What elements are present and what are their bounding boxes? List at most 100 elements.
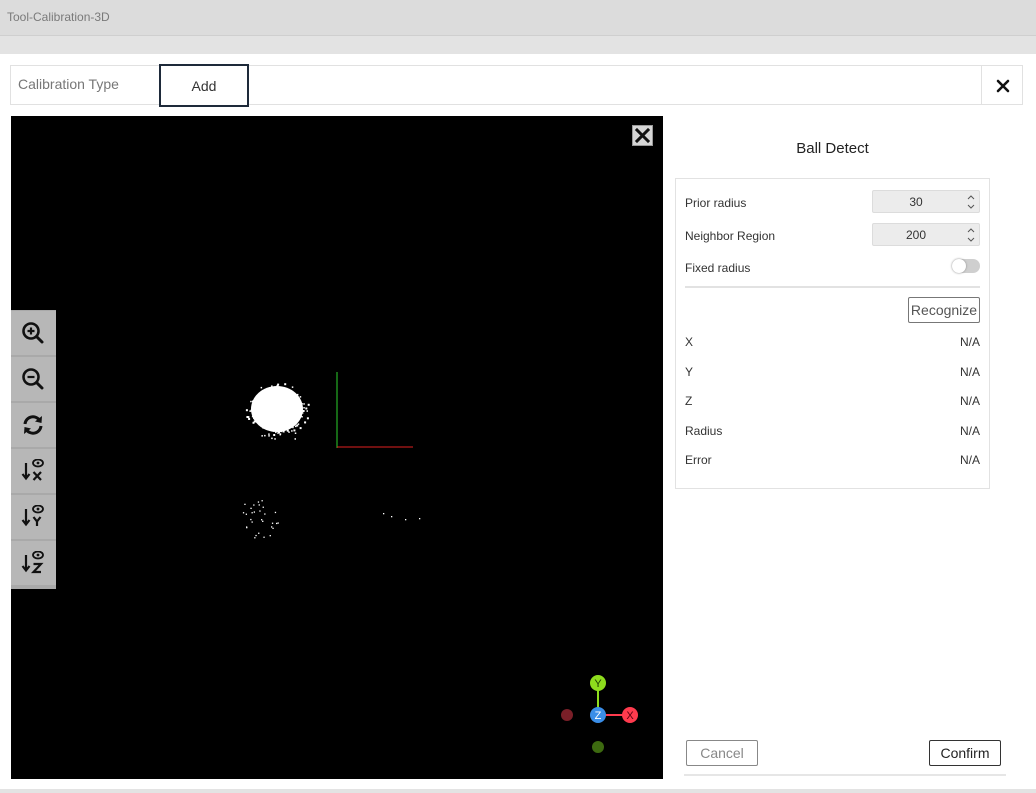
header-strip — [0, 36, 1036, 54]
chevron-down-icon[interactable] — [965, 202, 977, 212]
cloud-point — [248, 418, 251, 420]
cancel-button[interactable]: Cancel — [686, 740, 758, 766]
calibration-type-label: Calibration Type — [18, 76, 119, 92]
cloud-point — [261, 435, 263, 437]
chevron-up-icon[interactable] — [965, 192, 977, 202]
result-x-value: N/A — [959, 335, 980, 349]
cloud-point — [280, 387, 283, 389]
cloud-point — [296, 396, 299, 398]
params-divider — [685, 286, 980, 288]
cloud-point — [296, 393, 299, 396]
gizmo-neg-y-dot[interactable] — [592, 741, 604, 753]
cloud-point — [272, 430, 275, 432]
result-z-label: Z — [685, 394, 693, 408]
result-y-value: N/A — [959, 365, 980, 379]
cloud-point — [301, 403, 303, 405]
cloud-point — [252, 400, 254, 402]
cloud-point — [275, 387, 278, 390]
add-tab[interactable]: Add — [159, 64, 249, 107]
reset-view-button[interactable] — [11, 403, 56, 447]
view-x-axis-button[interactable] — [11, 449, 56, 493]
zoom-out-button[interactable] — [11, 357, 56, 401]
chevron-down-icon[interactable] — [965, 235, 977, 245]
cloud-point — [303, 407, 305, 409]
cloud-point — [271, 522, 274, 524]
cloud-point — [276, 522, 278, 525]
cloud-point — [291, 430, 293, 432]
cloud-point — [297, 423, 300, 425]
neighbor-region-spinner[interactable]: 200 — [872, 223, 980, 246]
result-error-value: N/A — [959, 453, 980, 467]
cloud-point — [245, 513, 247, 515]
point-cloud — [242, 383, 421, 539]
cloud-point — [242, 512, 245, 514]
cloud-point — [293, 429, 296, 432]
view-y-axis-button[interactable] — [11, 495, 56, 539]
cloud-point — [253, 420, 256, 423]
cloud-point — [271, 437, 273, 440]
cloud-point — [251, 512, 253, 514]
cloud-point — [266, 391, 268, 393]
cloud-point — [301, 412, 304, 414]
cloud-point — [246, 526, 248, 528]
cloud-point — [273, 434, 276, 436]
cloud-point — [278, 427, 280, 430]
cloud-point — [260, 395, 263, 397]
cloud-point — [261, 519, 263, 521]
result-z-value: N/A — [959, 394, 980, 408]
cloud-point — [279, 433, 281, 436]
cloud-point — [264, 513, 266, 515]
result-radius-label: Radius — [685, 424, 723, 438]
cloud-point — [250, 400, 252, 403]
confirm-button[interactable]: Confirm — [929, 740, 1001, 766]
gizmo-x-label: X — [626, 710, 634, 722]
footer-divider — [684, 774, 1006, 776]
cloud-point — [256, 420, 258, 423]
result-x-label: X — [685, 335, 694, 349]
cloud-point — [275, 427, 277, 429]
calibration-type-bar: Calibration Type Add — [10, 64, 1023, 107]
cloud-point — [253, 417, 256, 420]
cloud-point — [274, 438, 276, 440]
close-icon[interactable] — [993, 76, 1013, 96]
cloud-point — [277, 383, 280, 386]
fixed-radius-toggle[interactable] — [952, 259, 980, 273]
cloud-point — [305, 407, 307, 409]
app-title: Tool-Calibration-3D — [7, 10, 110, 24]
neighbor-region-label: Neighbor Region — [685, 229, 776, 243]
gizmo-neg-x-dot[interactable] — [561, 709, 573, 721]
cloud-point — [288, 391, 290, 393]
result-y-label: Y — [685, 365, 694, 379]
cloud-point — [271, 526, 273, 528]
cloud-point — [262, 424, 265, 426]
cloud-point — [252, 405, 254, 407]
prior-radius-spinner[interactable]: 30 — [872, 190, 980, 213]
view-x-axis-icon — [21, 459, 44, 481]
cloud-point — [255, 416, 258, 419]
cloud-point — [261, 500, 263, 502]
calibration-dialog: Calibration Type Add Y X Z Ball Detect P… — [0, 54, 1036, 789]
gizmo-z-label: Z — [595, 710, 602, 722]
chevron-up-icon[interactable] — [965, 225, 977, 235]
cloud-point — [275, 431, 277, 434]
cloud-point — [251, 415, 254, 418]
cloud-point — [280, 428, 282, 430]
recognize-button[interactable]: Recognize — [908, 297, 980, 323]
cloud-point — [292, 426, 294, 429]
cloud-point — [277, 522, 279, 524]
point-cloud-viewer[interactable]: Y X Z — [11, 116, 663, 779]
cloud-point — [294, 438, 296, 440]
viewer-close-button[interactable] — [632, 125, 653, 146]
cloud-point — [268, 435, 270, 437]
app-header: Tool-Calibration-3D — [0, 0, 1036, 36]
view-z-axis-button[interactable] — [11, 541, 56, 585]
cloud-point — [283, 429, 285, 432]
view-y-axis-icon — [21, 505, 44, 527]
cloud-point — [277, 432, 279, 434]
zoom-in-button[interactable] — [11, 311, 56, 355]
axis-gizmo[interactable]: Y X Z — [561, 675, 638, 753]
cloud-point — [250, 409, 253, 412]
cloud-point — [272, 424, 274, 426]
cloud-point — [272, 427, 275, 429]
zoom-in-icon — [22, 322, 44, 344]
